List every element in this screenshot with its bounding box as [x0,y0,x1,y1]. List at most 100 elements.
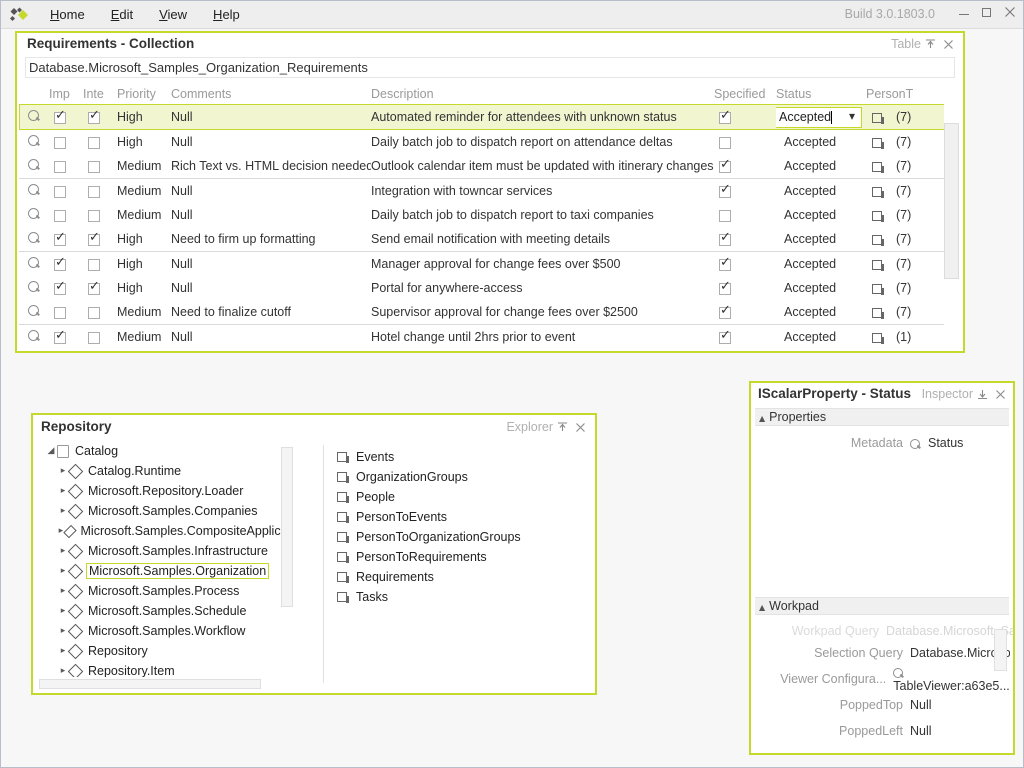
property-row-metadata[interactable]: Metadata Status [751,431,1013,455]
menu-item-help[interactable]: Help [200,1,253,29]
checkbox-inte[interactable] [88,108,100,124]
priority-cell[interactable]: High [117,227,171,252]
description-cell[interactable]: Automated reminder for attendees with un… [371,104,714,130]
table-row[interactable]: HighNeed to firm up formattingSend email… [19,227,950,252]
table-row[interactable]: HighNullPortal for anywhere-access Accept… [19,276,950,300]
comments-cell[interactable]: Need to firm up formatting [171,227,371,252]
list-item[interactable]: OrganizationGroups [333,467,587,487]
table-row[interactable]: High Null Daily batch job to dispatch repo… [19,130,950,155]
checkbox-cell-inte[interactable] [83,276,117,300]
collection-icon[interactable] [872,210,884,222]
inspector-scrollbar-thumb[interactable] [994,629,1007,671]
checkbox-inte[interactable] [88,136,100,149]
persont-cell[interactable]: (7) [866,130,950,155]
table-row[interactable]: Medium Null Daily batch job to dispatch re… [19,203,950,227]
checkbox-cell-inte[interactable] [83,227,117,252]
persont-cell[interactable]: (7) [866,178,950,203]
description-cell[interactable]: Daily batch job to dispatch report to ta… [371,203,714,227]
magnifier-icon[interactable] [893,667,904,678]
property-row-viewer-configuration[interactable]: Viewer Configura... TableViewer:a63e5... [751,667,1013,693]
column-header-persont[interactable]: PersonT [866,83,950,105]
comments-cell[interactable]: Null [171,203,371,227]
list-item[interactable]: Requirements [333,567,587,587]
priority-cell[interactable]: Medium [117,324,171,349]
close-icon[interactable] [1003,5,1017,19]
checkbox-inte[interactable] [88,160,100,173]
status-dropdown[interactable]: Accepted ▾ [776,106,862,128]
priority-cell[interactable]: Medium [117,178,171,203]
list-item[interactable]: Events [333,447,587,467]
close-icon[interactable] [574,421,587,434]
magnifier-icon[interactable] [28,257,39,268]
column-header-priority[interactable]: Priority [117,83,171,105]
checkbox-inte[interactable] [88,279,100,295]
checkbox-inte[interactable] [88,209,100,222]
checkbox-inte[interactable] [88,258,100,271]
description-cell[interactable]: Integration with towncar services [371,178,714,203]
checkbox-cell-imp[interactable] [49,104,83,130]
persont-cell[interactable]: (7) [866,251,950,276]
description-cell[interactable]: Send email notification with meeting det… [371,227,714,252]
scrollbar-thumb[interactable] [944,123,959,279]
magnifier-icon[interactable] [28,305,39,316]
checkbox-cell-imp[interactable] [49,130,83,155]
collection-icon[interactable] [872,186,884,198]
checkbox-cell-specified[interactable] [714,154,776,179]
expand-arrow-icon[interactable]: ◢ [45,446,57,456]
checkbox-cell-specified[interactable] [714,130,776,155]
maximize-icon[interactable] [980,5,994,19]
row-action-cell[interactable] [19,300,49,325]
collection-icon[interactable] [872,307,884,319]
comments-cell[interactable]: Null [171,251,371,276]
tree-node[interactable]: ◢ Catalog [39,441,291,461]
checkbox-imp[interactable] [54,209,66,222]
checkbox-cell-specified[interactable] [714,300,776,325]
checkbox-imp[interactable] [54,160,66,173]
collection-icon[interactable] [872,112,884,124]
status-cell[interactable]: Accepted [776,251,866,276]
checkbox-cell-specified[interactable] [714,251,776,276]
table-vertical-scrollbar[interactable] [944,103,959,345]
checkbox-cell-inte[interactable] [83,251,117,276]
checkbox-specified[interactable] [719,182,731,198]
persont-cell[interactable]: (7) [866,203,950,227]
checkbox-inte[interactable] [88,230,100,246]
row-action-cell[interactable] [19,203,49,227]
comments-cell[interactable]: Null [171,104,371,130]
checkbox-specified[interactable] [719,209,731,222]
row-action-cell[interactable] [19,324,49,349]
checkbox-cell-imp[interactable] [49,324,83,349]
checkbox-cell-imp[interactable] [49,203,83,227]
comments-cell[interactable]: Rich Text vs. HTML decision needed [171,154,371,179]
column-header-status[interactable]: Status [776,83,866,105]
status-cell[interactable]: Accepted ▾ [776,104,866,130]
magnifier-icon[interactable] [28,184,39,195]
magnifier-icon[interactable] [28,135,39,146]
description-cell[interactable]: Hotel change until 2hrs prior to event [371,324,714,349]
checkbox-cell-specified[interactable] [714,203,776,227]
status-cell[interactable]: Accepted [776,227,866,252]
menu-item-home[interactable]: Home [37,1,98,29]
description-cell[interactable]: Portal for anywhere-access [371,276,714,300]
description-cell[interactable]: Daily batch job to dispatch report on at… [371,130,714,155]
tree-vertical-scrollbar[interactable] [281,441,293,677]
status-cell[interactable]: Accepted [776,130,866,155]
checkbox-cell-specified[interactable] [714,276,776,300]
tree-node[interactable]: ▸ Microsoft.Samples.Infrastructure [39,541,291,561]
properties-section-header[interactable]: ▲ Properties [755,408,1009,426]
property-row-selection-query[interactable]: Selection Query Database.Microsoft_Sam [751,641,1013,665]
checkbox-imp[interactable] [54,136,66,149]
table-row[interactable]: HighNullAutomated reminder for attendees… [19,104,950,130]
checkbox-inte[interactable] [88,306,100,319]
priority-cell[interactable]: Medium [117,203,171,227]
checkbox-cell-imp[interactable] [49,178,83,203]
checkbox-imp[interactable] [54,185,66,198]
property-row-workpad-query[interactable]: Workpad Query Database.Microsoft_Sam... [751,623,1013,639]
description-cell[interactable]: Supervisor approval for change fees over… [371,300,714,325]
tree-node[interactable]: ▸ Microsoft.Repository.Loader [39,481,291,501]
column-header-imp[interactable]: Imp [49,83,83,105]
column-header-description[interactable]: Description [371,83,714,105]
priority-cell[interactable]: Medium [117,154,171,179]
table-row[interactable]: HighNullManager approval for change fees… [19,251,950,276]
tree-horizontal-scrollbar[interactable] [39,679,261,689]
